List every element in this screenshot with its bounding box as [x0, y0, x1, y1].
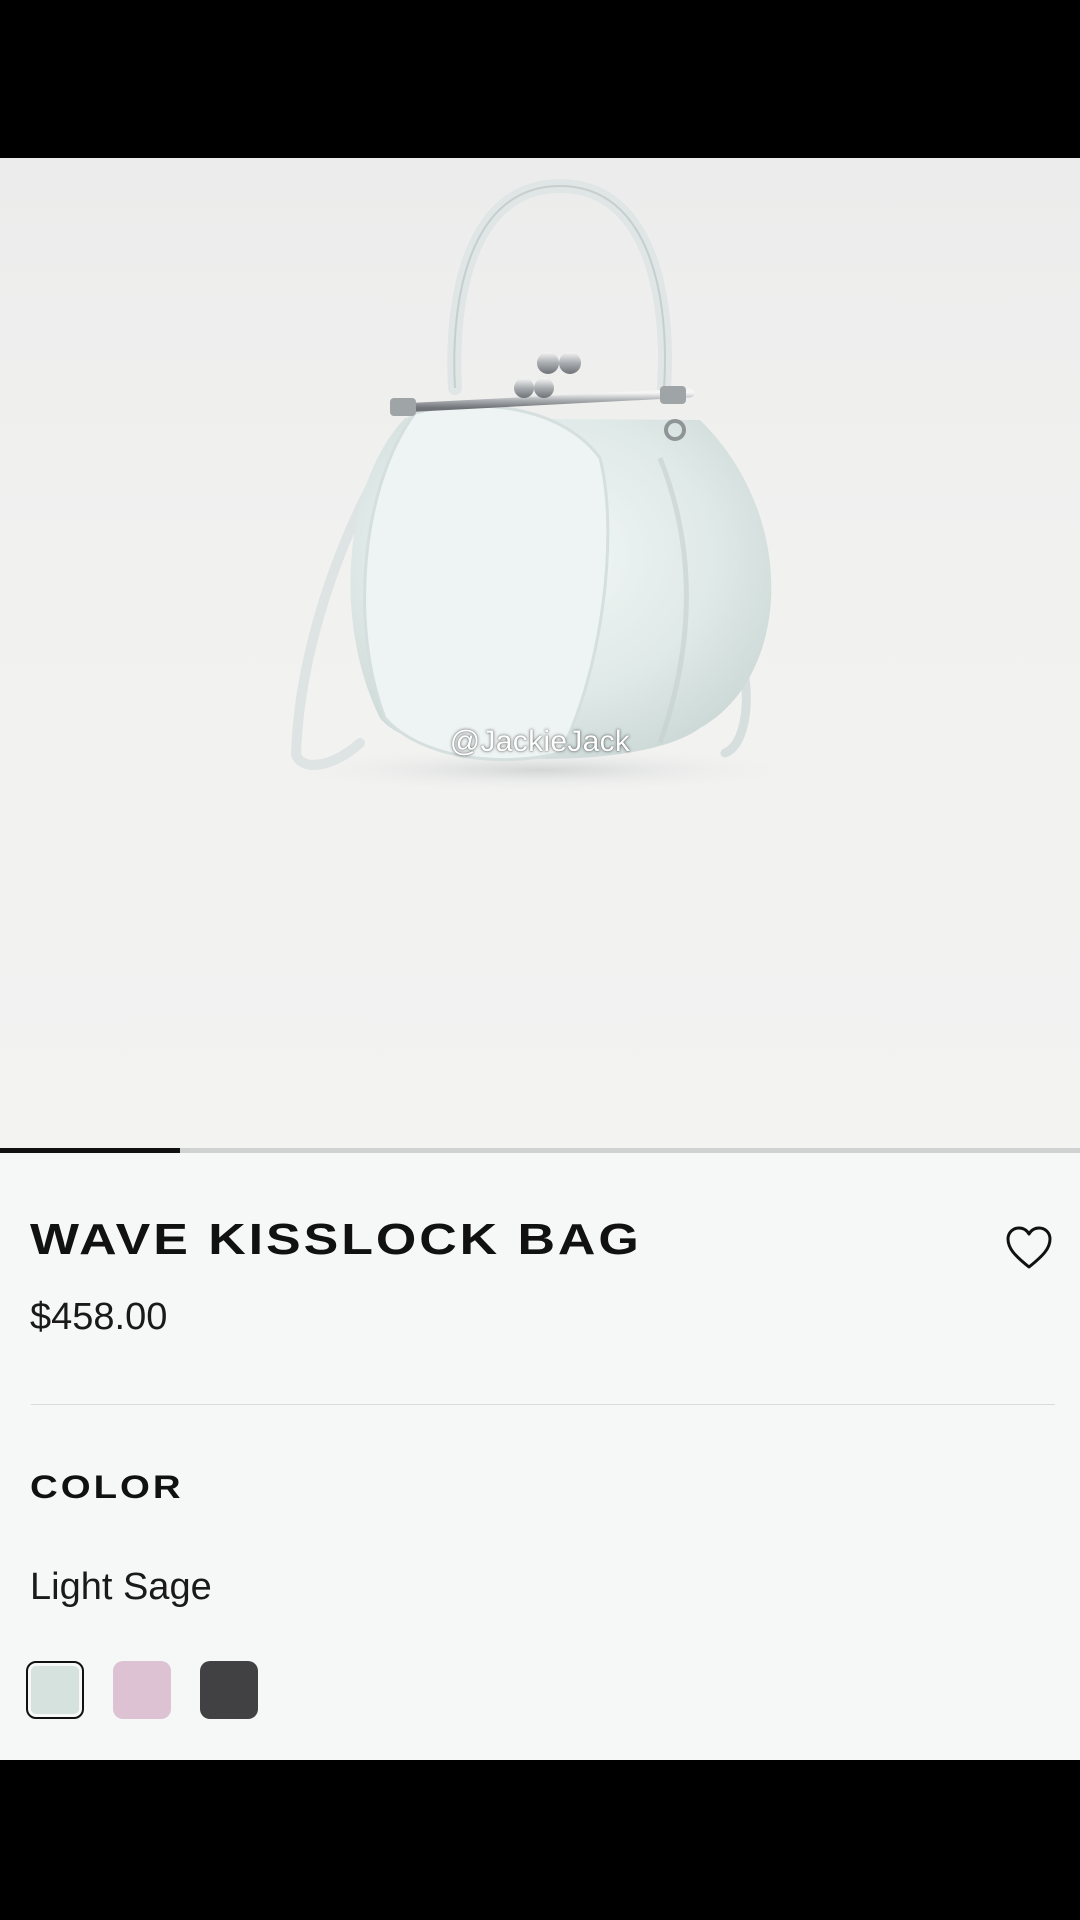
product-title: WAVE KISSLOCK BAG — [30, 1215, 642, 1264]
gallery-progress-fill — [0, 1148, 181, 1153]
heart-outline-icon[interactable] — [1004, 1224, 1054, 1274]
product-image — [280, 178, 800, 792]
navigation-bar — [0, 1760, 1080, 1920]
color-swatch[interactable] — [113, 1661, 171, 1719]
product-image-gallery[interactable]: @JackieJack — [0, 158, 1080, 1148]
gallery-progress-bar — [0, 1148, 1080, 1153]
divider — [31, 1404, 1055, 1405]
image-watermark: @JackieJack — [449, 725, 631, 758]
status-bar — [0, 0, 1080, 158]
product-detail-screen: @JackieJack WAVE KISSLOCK BAG $458.00 CO… — [0, 158, 1080, 1760]
color-swatch[interactable] — [26, 1661, 84, 1719]
product-price: $458.00 — [30, 1296, 168, 1338]
color-swatch[interactable] — [200, 1661, 258, 1719]
color-heading: COLOR — [30, 1469, 184, 1505]
selected-color-name: Light Sage — [30, 1566, 212, 1608]
